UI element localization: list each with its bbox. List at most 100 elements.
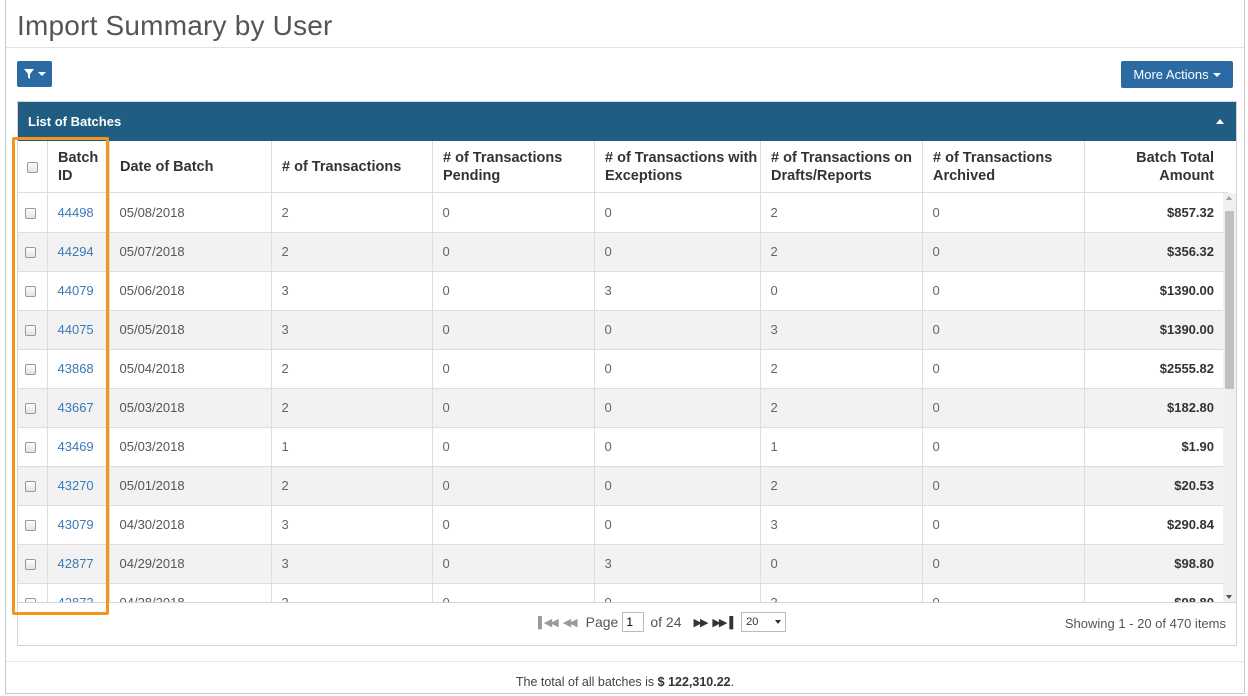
batch-id-link[interactable]: 44498 bbox=[58, 205, 94, 220]
table-row: 43270 05/01/2018 2 0 0 2 0 $20.53 bbox=[18, 466, 1228, 506]
footer-divider bbox=[6, 661, 1244, 662]
table-row: 43868 05/04/2018 2 0 0 2 0 $2555.82 bbox=[18, 349, 1228, 389]
prev-page-icon[interactable]: ◀◀ bbox=[563, 616, 578, 629]
column-header-exceptions[interactable]: # of Transactions with Exceptions bbox=[594, 141, 760, 193]
column-header-transactions[interactable]: # of Transactions bbox=[271, 141, 432, 193]
row-checkbox[interactable] bbox=[25, 364, 36, 376]
select-all-checkbox[interactable] bbox=[27, 161, 38, 173]
total-prefix: The total of all batches is bbox=[515, 675, 655, 689]
exceptions-cell: 0 bbox=[593, 427, 760, 467]
more-actions-button[interactable]: More Actions bbox=[1121, 61, 1233, 88]
amount-cell: $290.84 bbox=[1083, 505, 1228, 545]
batch-id-cell: 44498 bbox=[46, 193, 109, 233]
row-checkbox[interactable] bbox=[25, 207, 36, 219]
table-row: 42877 04/29/2018 3 0 3 0 0 $98.80 bbox=[18, 544, 1228, 584]
table-row: 43667 05/03/2018 2 0 0 2 0 $182.80 bbox=[18, 388, 1228, 428]
amount-cell: $182.80 bbox=[1083, 388, 1228, 428]
panel-title: List of Batches bbox=[28, 114, 122, 129]
page-title: Import Summary by User bbox=[17, 10, 333, 41]
batch-id-link[interactable]: 43270 bbox=[58, 478, 94, 493]
transactions-cell: 3 bbox=[270, 583, 432, 602]
select-all-checkbox-cell bbox=[18, 141, 47, 193]
amount-cell: $1390.00 bbox=[1083, 310, 1228, 350]
row-checkbox[interactable] bbox=[25, 286, 36, 298]
batch-id-cell: 43667 bbox=[46, 388, 109, 428]
column-header-pending[interactable]: # of Transactions Pending bbox=[432, 141, 594, 193]
amount-cell: $857.32 bbox=[1083, 193, 1228, 233]
filter-button[interactable] bbox=[17, 61, 52, 87]
batch-id-link[interactable]: 44075 bbox=[58, 322, 94, 337]
scroll-thumb[interactable] bbox=[1225, 211, 1234, 389]
batch-id-link[interactable]: 42877 bbox=[58, 556, 94, 571]
page-size-select[interactable]: 20 bbox=[741, 612, 787, 632]
column-header-archived[interactable]: # of Transactions Archived bbox=[922, 141, 1084, 193]
transactions-cell: 1 bbox=[270, 427, 432, 467]
next-page-icon[interactable]: ▶▶ bbox=[693, 616, 708, 629]
table-scrollbar[interactable] bbox=[1223, 193, 1236, 602]
batch-id-link[interactable]: 42873 bbox=[58, 595, 94, 602]
batch-id-link[interactable]: 43469 bbox=[58, 439, 94, 454]
row-checkbox-cell bbox=[18, 310, 47, 350]
amount-cell: $1390.00 bbox=[1083, 271, 1228, 311]
row-checkbox-cell bbox=[18, 193, 47, 233]
row-checkbox[interactable] bbox=[25, 520, 36, 532]
transactions-cell: 2 bbox=[270, 349, 432, 389]
scroll-down-icon[interactable] bbox=[1226, 595, 1232, 599]
column-header-drafts[interactable]: # of Transactions on Drafts/Reports bbox=[760, 141, 922, 193]
transactions-cell: 2 bbox=[270, 193, 432, 233]
exceptions-cell: 0 bbox=[593, 505, 760, 545]
column-header-batch-id[interactable]: Batch ID bbox=[47, 141, 109, 193]
batch-date-cell: 05/05/2018 bbox=[108, 310, 271, 350]
pending-cell: 0 bbox=[431, 583, 594, 602]
batch-date-cell: 05/03/2018 bbox=[108, 427, 271, 467]
drafts-cell: 2 bbox=[759, 466, 922, 506]
row-checkbox[interactable] bbox=[25, 325, 36, 337]
drafts-cell: 3 bbox=[759, 505, 922, 545]
exceptions-cell: 0 bbox=[593, 388, 760, 428]
chevron-down-icon bbox=[775, 620, 782, 624]
archived-cell: 0 bbox=[921, 544, 1084, 584]
batch-date-cell: 05/06/2018 bbox=[108, 271, 271, 311]
row-checkbox[interactable] bbox=[25, 481, 36, 493]
drafts-cell: 2 bbox=[759, 232, 922, 272]
batch-id-link[interactable]: 43079 bbox=[58, 517, 94, 532]
row-checkbox-cell bbox=[18, 583, 47, 602]
row-checkbox[interactable] bbox=[25, 442, 36, 454]
pagination-bar: ▌◀◀ ◀◀ Page of 24 ▶▶ ▶▶▐ 20 Showing 1 - … bbox=[18, 602, 1236, 645]
row-checkbox[interactable] bbox=[25, 403, 36, 415]
batch-date-cell: 05/07/2018 bbox=[108, 232, 271, 272]
batch-id-link[interactable]: 44079 bbox=[58, 283, 94, 298]
column-header-date[interactable]: Date of Batch bbox=[109, 141, 271, 193]
column-header-amount[interactable]: Batch Total Amount bbox=[1084, 141, 1228, 193]
transactions-cell: 3 bbox=[270, 544, 432, 584]
total-amount: $ 122,310.22 bbox=[657, 675, 731, 689]
first-page-icon[interactable]: ▌◀◀ bbox=[538, 616, 559, 629]
page-number-input[interactable] bbox=[622, 612, 645, 632]
transactions-cell: 2 bbox=[270, 388, 432, 428]
table-header-row: Batch ID Date of Batch # of Transactions… bbox=[18, 141, 1228, 193]
row-checkbox[interactable] bbox=[25, 247, 36, 259]
amount-cell: $98.80 bbox=[1083, 544, 1228, 584]
batch-id-cell: 43270 bbox=[46, 466, 109, 506]
row-checkbox-cell bbox=[18, 544, 47, 584]
drafts-cell: 2 bbox=[759, 388, 922, 428]
archived-cell: 0 bbox=[921, 232, 1084, 272]
exceptions-cell: 0 bbox=[593, 583, 760, 602]
transactions-cell: 3 bbox=[270, 310, 432, 350]
batch-id-link[interactable]: 43868 bbox=[58, 361, 94, 376]
batch-id-link[interactable]: 43667 bbox=[58, 400, 94, 415]
row-checkbox[interactable] bbox=[25, 559, 36, 571]
last-page-icon[interactable]: ▶▶▐ bbox=[712, 616, 733, 629]
pending-cell: 0 bbox=[431, 349, 594, 389]
table-row: 44075 05/05/2018 3 0 0 3 0 $1390.00 bbox=[18, 310, 1228, 350]
scroll-up-icon[interactable] bbox=[1226, 196, 1232, 200]
drafts-cell: 3 bbox=[759, 310, 922, 350]
drafts-cell: 3 bbox=[759, 583, 922, 602]
table-body-scroll: 44498 05/08/2018 2 0 0 2 0 $857.32 44294 05/07/20… bbox=[18, 193, 1236, 602]
table-row: 44498 05/08/2018 2 0 0 2 0 $857.32 bbox=[18, 193, 1228, 233]
batch-id-link[interactable]: 44294 bbox=[58, 244, 94, 259]
amount-cell: $20.53 bbox=[1083, 466, 1228, 506]
batches-panel: List of Batches Batch ID Date of Batch #… bbox=[17, 101, 1237, 646]
chevron-up-icon[interactable] bbox=[1216, 119, 1224, 124]
archived-cell: 0 bbox=[921, 349, 1084, 389]
